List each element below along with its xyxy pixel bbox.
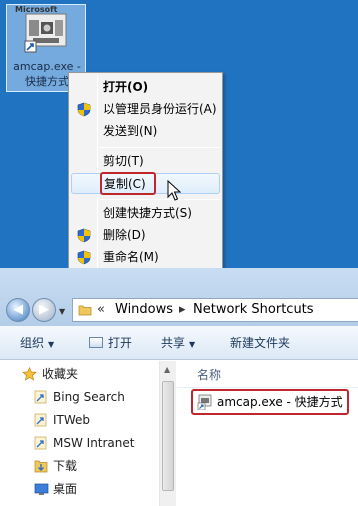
menu-item-label: 重命名(M) (103, 250, 159, 264)
nav-item-itweb[interactable]: ITWeb (0, 409, 158, 431)
nav-item-downloads[interactable]: 下载 (0, 455, 158, 477)
desktop: Microsoft amcap.exe - 快捷方式 打开(O) 以管理员身份运… (0, 0, 358, 268)
navigation-pane: 收藏夹 Bing Search ITWeb MSW Intranet 下载 桌面 (0, 361, 176, 506)
downloads-folder-icon (34, 460, 48, 473)
scroll-up-icon[interactable]: ▲ (164, 365, 170, 374)
header-divider (177, 387, 358, 388)
nav-pane-scrollbar[interactable]: ▲ (159, 361, 176, 506)
explorer-window: ◀ ▶ ▼ « Windows ▸ Network Shortcuts 组织 ▼ … (0, 268, 358, 506)
mouse-pointer-icon (167, 180, 181, 201)
nav-item-label: ITWeb (53, 413, 91, 427)
menu-item-send-to[interactable]: 发送到(N) (71, 121, 220, 142)
new-folder-button[interactable]: 新建文件夹 (230, 326, 290, 360)
breadcrumb-overflow[interactable]: « (97, 299, 105, 321)
scrollbar-thumb[interactable] (162, 381, 174, 491)
menu-item-cut[interactable]: 剪切(T) (71, 151, 220, 172)
menu-item-rename[interactable]: 重命名(M) (71, 247, 220, 268)
organize-button[interactable]: 组织 ▼ (20, 326, 54, 362)
nav-item-label: Bing Search (53, 390, 125, 404)
menu-item-open[interactable]: 打开(O) (71, 77, 220, 98)
back-arrow-icon: ◀ (13, 302, 23, 317)
favorite-link-icon (34, 436, 47, 450)
nav-item-msw-intranet[interactable]: MSW Intranet (0, 432, 158, 454)
menu-item-run-as-admin[interactable]: 以管理员身份运行(A) (71, 99, 220, 120)
uac-shield-icon (77, 250, 91, 265)
menu-separator (99, 199, 220, 200)
menu-item-label: 删除(D) (103, 228, 146, 242)
open-icon (89, 337, 103, 348)
address-band: ◀ ▶ ▼ « Windows ▸ Network Shortcuts (0, 268, 358, 326)
star-icon (22, 367, 37, 381)
context-menu: 打开(O) 以管理员身份运行(A) 发送到(N) 剪切(T) 复制(C) 创建快… (68, 72, 223, 268)
forward-arrow-icon: ▶ (39, 302, 49, 317)
recent-pages-chevron-icon[interactable]: ▼ (59, 307, 65, 316)
menu-item-label: 创建快捷方式(S) (103, 206, 192, 220)
nav-item-desktop[interactable]: 桌面 (0, 478, 158, 500)
dropdown-arrow-icon: ▼ (48, 340, 55, 349)
copy-highlight-box (100, 172, 156, 195)
amcap-shortcut-icon (24, 13, 67, 53)
favorite-link-icon (34, 413, 47, 427)
command-bar: 组织 ▼ 打开 共享 ▼ 新建文件夹 (0, 326, 358, 360)
organize-label: 组织 (20, 336, 45, 350)
nav-favorites[interactable]: 收藏夹 (0, 363, 158, 385)
menu-item-create-shortcut[interactable]: 创建快捷方式(S) (71, 203, 220, 224)
uac-shield-icon (77, 102, 91, 117)
open-label: 打开 (108, 336, 133, 350)
column-header-name[interactable]: 名称 (197, 366, 221, 383)
menu-item-delete[interactable]: 删除(D) (71, 225, 220, 246)
menu-item-label: 剪切(T) (103, 154, 144, 168)
new-folder-label: 新建文件夹 (230, 336, 291, 350)
menu-item-label: 以管理员身份运行(A) (103, 102, 217, 116)
breadcrumb-separator-icon[interactable]: ▸ (179, 299, 186, 321)
share-label: 共享 (161, 336, 186, 350)
forward-button[interactable]: ▶ (32, 298, 56, 322)
file-highlight-box (191, 389, 349, 415)
icon-caption: Microsoft (15, 5, 58, 14)
breadcrumb-windows[interactable]: Windows (115, 299, 173, 321)
back-button[interactable]: ◀ (6, 298, 30, 322)
uac-shield-icon (77, 228, 91, 243)
nav-item-label: 桌面 (53, 482, 78, 496)
share-button[interactable]: 共享 ▼ (161, 326, 195, 362)
menu-item-label: 打开(O) (103, 80, 149, 94)
file-list: 名称 amcap.exe - 快捷方式 (177, 361, 358, 506)
favorite-link-icon (34, 390, 47, 404)
desktop-icon (34, 483, 49, 495)
breadcrumb-network-shortcuts[interactable]: Network Shortcuts (193, 299, 314, 321)
address-bar[interactable]: « Windows ▸ Network Shortcuts (72, 298, 358, 322)
open-button[interactable]: 打开 (89, 326, 132, 360)
dropdown-arrow-icon: ▼ (189, 340, 196, 349)
nav-item-label: MSW Intranet (53, 436, 135, 450)
folder-icon (78, 305, 92, 316)
menu-separator (99, 147, 220, 148)
nav-favorites-label: 收藏夹 (42, 367, 79, 381)
menu-item-label: 发送到(N) (103, 124, 158, 138)
nav-item-bing-search[interactable]: Bing Search (0, 386, 158, 408)
nav-item-label: 下载 (53, 459, 78, 473)
